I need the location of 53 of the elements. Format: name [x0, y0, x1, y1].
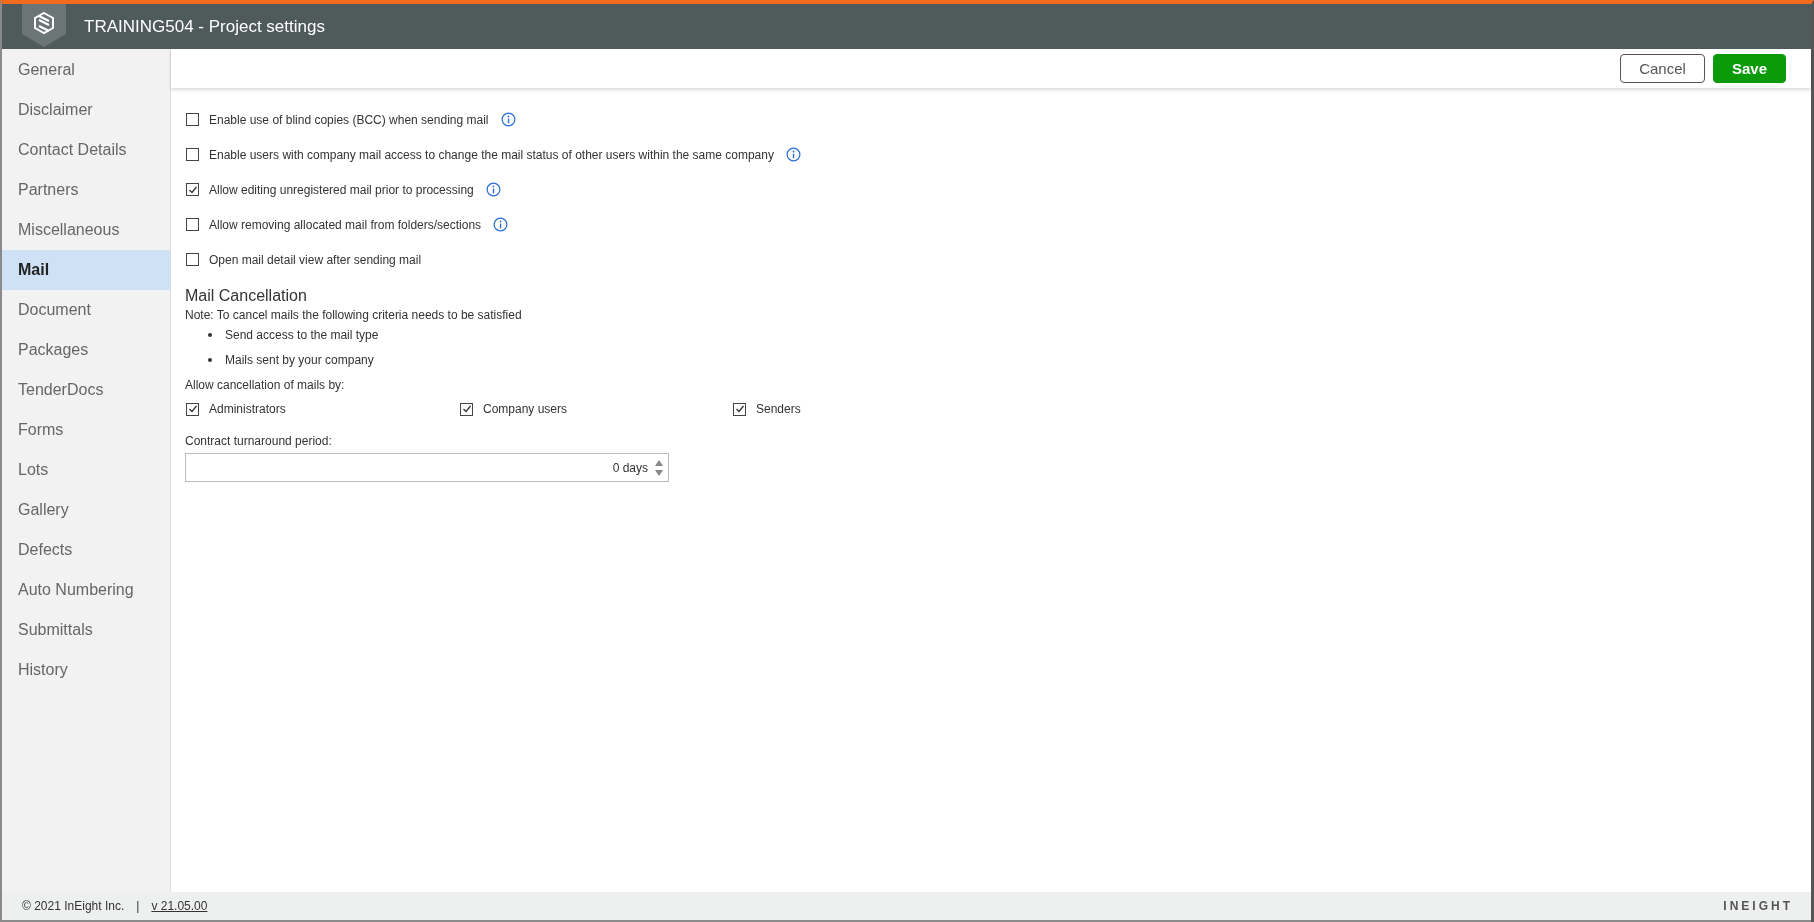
info-icon[interactable] — [500, 112, 516, 127]
criteria-text: Send access to the mail type — [225, 327, 379, 342]
option-label: Allow editing unregistered mail prior to processing — [209, 182, 474, 197]
brand-logo: INEIGHT — [1723, 899, 1793, 913]
cancel-button[interactable]: Cancel — [1620, 54, 1705, 83]
save-button[interactable]: Save — [1713, 54, 1786, 83]
field-label: Allow cancellation of mails by: — [185, 378, 346, 392]
sidebar-item[interactable]: Defects — [2, 530, 170, 570]
checkbox[interactable] — [186, 218, 199, 231]
checkbox[interactable] — [460, 402, 473, 416]
separator-text: | — [136, 899, 140, 913]
checkbox[interactable] — [186, 113, 199, 126]
bullet-icon — [208, 357, 212, 362]
sidebar-item[interactable]: Auto Numbering — [2, 570, 170, 610]
logo-icon — [22, 4, 66, 47]
sidebar-item[interactable]: TenderDocs — [2, 370, 170, 410]
sidebar-item[interactable]: Submittals — [2, 610, 170, 650]
option-label: Senders — [756, 402, 801, 416]
note-text: Note: To cancel mails the following criteria needs to be satisfied — [185, 308, 523, 322]
sidebar-item[interactable]: Lots — [2, 450, 170, 490]
checkbox[interactable] — [186, 148, 199, 161]
option-label: Company users — [483, 402, 568, 416]
option-label: Enable use of blind copies (BCC) when sending mail — [209, 112, 489, 127]
sidebar-item[interactable]: General — [2, 50, 170, 90]
info-icon[interactable] — [493, 217, 509, 232]
bullet-icon — [208, 332, 212, 337]
sidebar-item[interactable]: Document — [2, 290, 170, 330]
checkbox[interactable] — [733, 402, 746, 416]
number-field[interactable]: 0 days — [185, 453, 669, 482]
option-label: Open mail detail view after sending mail — [209, 252, 422, 267]
sidebar-item[interactable]: Contact Details — [2, 130, 170, 170]
copyright-text: © 2021 InEight Inc. — [22, 899, 125, 913]
sidebar-item[interactable]: Packages — [2, 330, 170, 370]
option-label: Enable users with company mail access to change the mail status of other users within the same company — [209, 147, 774, 162]
checkbox[interactable] — [186, 253, 199, 266]
sidebar-item[interactable]: History — [2, 650, 170, 690]
section-heading: Mail Cancellation — [185, 287, 308, 305]
option-label: Administrators — [209, 402, 286, 416]
sidebar-item[interactable]: Gallery — [2, 490, 170, 530]
info-icon[interactable] — [485, 182, 501, 197]
sidebar-item[interactable]: Forms — [2, 410, 170, 450]
sidebar-item[interactable]: Miscellaneous — [2, 210, 170, 250]
checkbox[interactable] — [186, 402, 199, 416]
field-label: Contract turnaround period: — [185, 434, 333, 448]
info-icon[interactable] — [785, 147, 801, 162]
checkbox[interactable] — [186, 183, 199, 196]
window-title: TRAINING504 - Project settings — [84, 16, 325, 37]
sidebar-item[interactable]: Partners — [2, 170, 170, 210]
criteria-text: Mails sent by your company — [225, 352, 374, 367]
option-label: Allow removing allocated mail from folders/sections — [209, 217, 482, 232]
sidebar-item[interactable]: Mail — [2, 250, 170, 290]
sidebar-item[interactable]: Disclaimer — [2, 90, 170, 130]
version-link[interactable]: v 21.05.00 — [151, 899, 208, 913]
